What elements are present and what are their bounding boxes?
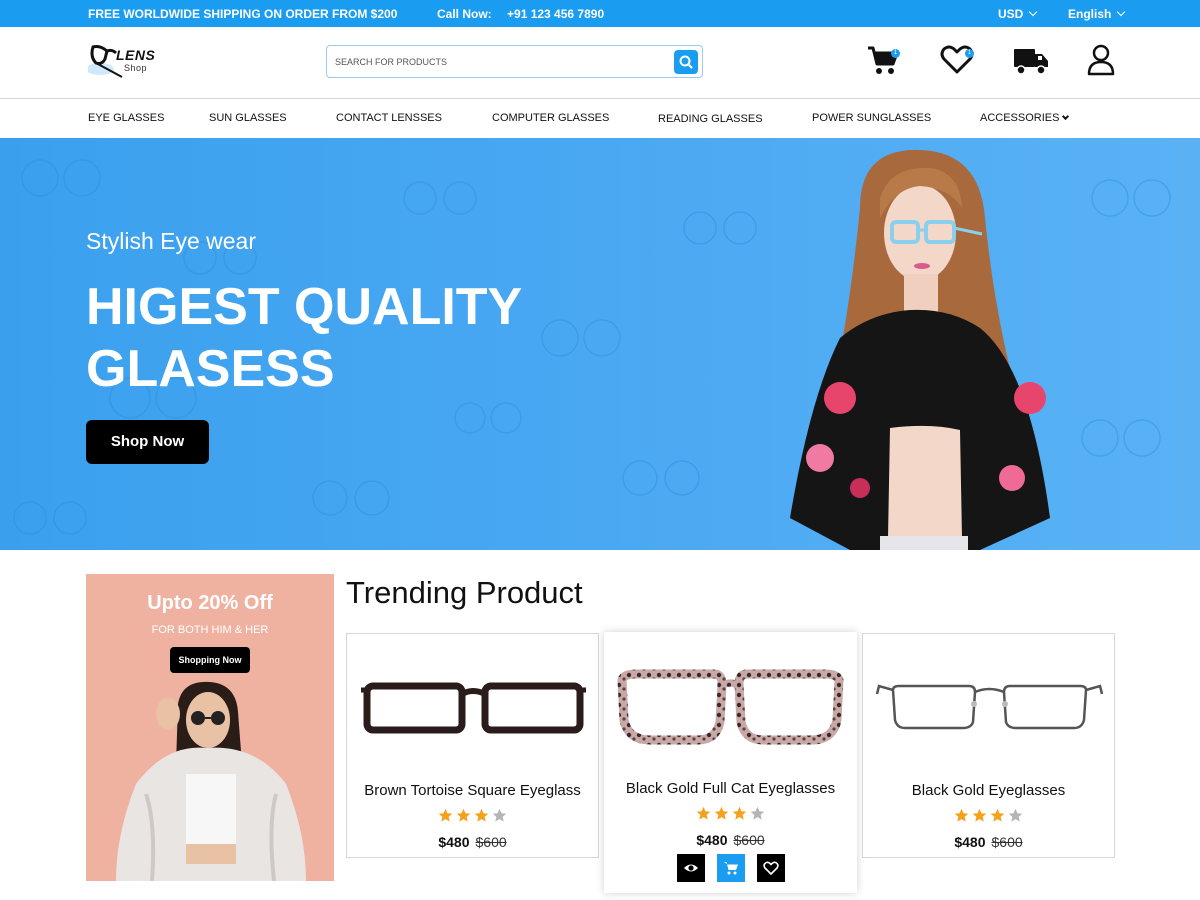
- section-title: Trending Product: [346, 575, 583, 610]
- star-filled-icon: [474, 808, 489, 822]
- product-image: [875, 684, 1104, 730]
- product-name[interactable]: Brown Tortoise Square Eyeglass: [347, 782, 598, 799]
- star-filled-icon: [438, 808, 453, 822]
- cart-icon: [724, 862, 738, 875]
- shopping-now-button[interactable]: Shopping Now: [170, 647, 250, 673]
- product-card[interactable]: Brown Tortoise Square Eyeglass $480 $600: [346, 633, 599, 858]
- wishlist-button[interactable]: 1: [940, 44, 974, 81]
- star-filled-icon: [990, 808, 1005, 822]
- phone-number[interactable]: +91 123 456 7890: [507, 7, 604, 21]
- cart-button[interactable]: 1: [867, 44, 900, 81]
- product-image: [361, 682, 586, 734]
- nav-item-accessories-label: ACCESSORIES: [980, 112, 1060, 124]
- currency-value: USD: [998, 7, 1024, 21]
- call-label: Call Now:: [437, 7, 492, 21]
- search-bar: [326, 45, 703, 78]
- star-empty-icon: [492, 808, 507, 822]
- chevron-down-icon: [1029, 7, 1038, 17]
- hero-title: HIGEST QUALITY GLASESS: [86, 278, 522, 398]
- hero-model-image: [790, 149, 1050, 550]
- top-bar: FREE WORLDWIDE SHIPPING ON ORDER FROM $2…: [0, 0, 1200, 27]
- old-price: $600: [991, 834, 1023, 850]
- add-to-wishlist-button[interactable]: [757, 854, 785, 882]
- nav-item-reading-glasses[interactable]: READING GLASSES: [658, 113, 763, 125]
- promo-banner[interactable]: Upto 20% Off FOR BOTH HIM & HER Shopping…: [86, 574, 334, 881]
- product-card[interactable]: Black Gold Full Cat Eyeglasses $480 $600: [604, 632, 857, 893]
- product-image: [617, 669, 844, 745]
- quick-view-button[interactable]: [677, 854, 705, 882]
- site-header: LENS Shop 1 1: [0, 27, 1200, 99]
- product-price: $480 $600: [604, 832, 857, 848]
- nav-item-power-sunglasses[interactable]: POWER SUNGLASSES: [812, 112, 931, 124]
- old-price: $600: [475, 834, 507, 850]
- nav-item-eye-glasses[interactable]: EYE GLASSES: [88, 112, 164, 124]
- product-card[interactable]: Black Gold Eyeglasses $480 $600: [862, 633, 1115, 858]
- search-input[interactable]: [335, 52, 665, 72]
- product-actions: [677, 854, 785, 882]
- chevron-down-icon: [1062, 112, 1070, 121]
- nav-item-sun-glasses[interactable]: SUN GLASSES: [209, 112, 287, 124]
- language-value: English: [1068, 7, 1112, 21]
- product-rating: [863, 808, 1114, 823]
- eye-icon: [684, 864, 698, 872]
- product-name[interactable]: Black Gold Full Cat Eyeglasses: [604, 780, 857, 797]
- nav-item-computer-glasses[interactable]: COMPUTER GLASSES: [492, 112, 609, 124]
- logo-text: LENS: [116, 47, 156, 63]
- logo-subtext: Shop: [124, 63, 148, 73]
- nav-item-contact-lenses[interactable]: CONTACT LENSSES: [336, 112, 442, 124]
- star-filled-icon: [696, 806, 711, 820]
- star-filled-icon: [954, 808, 969, 822]
- star-empty-icon: [1008, 808, 1023, 822]
- promo-subtitle: FOR BOTH HIM & HER: [151, 624, 269, 636]
- hero-banner: Stylish Eye wear HIGEST QUALITY GLASESS …: [0, 138, 1200, 550]
- current-price: $480: [438, 834, 470, 850]
- promo-model-image: [116, 681, 306, 881]
- truck-icon: [1014, 49, 1048, 75]
- cart-count-badge: 1: [891, 49, 900, 58]
- hero-subtitle: Stylish Eye wear: [86, 228, 257, 254]
- nav-item-accessories[interactable]: ACCESSORIES: [980, 112, 1070, 124]
- chevron-down-icon: [1117, 7, 1126, 17]
- logo[interactable]: LENS Shop: [88, 41, 168, 85]
- currency-dropdown[interactable]: USD: [998, 7, 1038, 21]
- search-button[interactable]: [674, 50, 698, 74]
- promo-title: Upto 20% Off: [147, 592, 273, 614]
- star-filled-icon: [456, 808, 471, 822]
- user-icon: [1087, 44, 1115, 76]
- star-filled-icon: [732, 806, 747, 820]
- language-dropdown[interactable]: English: [1068, 7, 1126, 21]
- product-rating: [347, 808, 598, 823]
- account-button[interactable]: [1087, 44, 1115, 81]
- product-name[interactable]: Black Gold Eyeglasses: [863, 782, 1114, 799]
- wishlist-count-badge: 1: [965, 49, 974, 58]
- shop-now-button[interactable]: Shop Now: [86, 420, 209, 464]
- main-nav: EYE GLASSES SUN GLASSES CONTACT LENSSES …: [0, 99, 1200, 138]
- current-price: $480: [696, 832, 728, 848]
- current-price: $480: [954, 834, 986, 850]
- old-price: $600: [733, 832, 765, 848]
- star-filled-icon: [714, 806, 729, 820]
- product-price: $480 $600: [863, 834, 1114, 850]
- product-price: $480 $600: [347, 834, 598, 850]
- product-rating: [604, 806, 857, 821]
- call-now: Call Now: +91 123 456 7890: [437, 7, 604, 21]
- star-empty-icon: [750, 806, 765, 820]
- heart-icon: [763, 861, 779, 875]
- star-filled-icon: [972, 808, 987, 822]
- shipping-button[interactable]: [1013, 44, 1049, 81]
- search-icon: [679, 55, 693, 69]
- shipping-notice: FREE WORLDWIDE SHIPPING ON ORDER FROM $2…: [88, 7, 398, 21]
- add-to-cart-button[interactable]: [717, 854, 745, 882]
